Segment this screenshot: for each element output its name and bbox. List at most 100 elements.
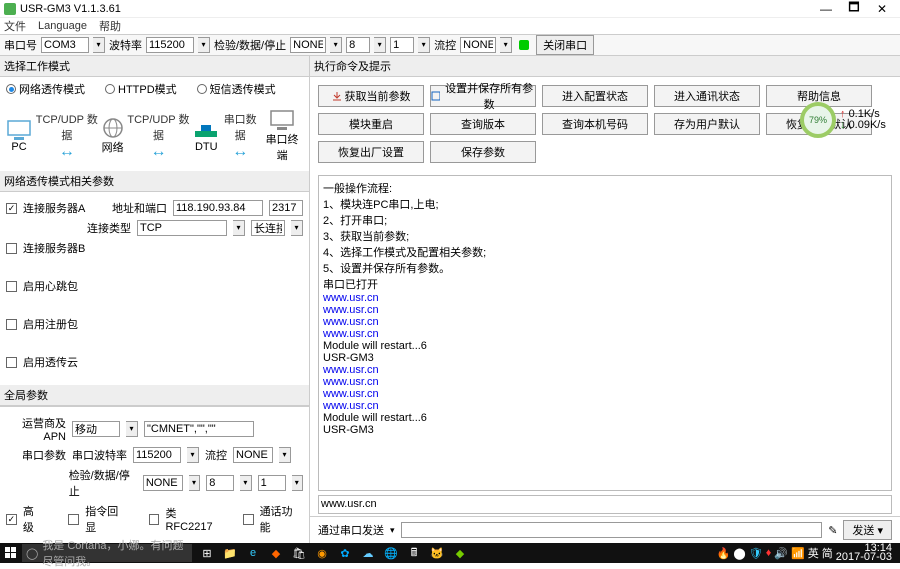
clock[interactable]: 13:14 2017-07-03: [836, 544, 896, 562]
baud-label: 波特率: [109, 37, 142, 53]
app-icon-2[interactable]: ◆: [265, 543, 287, 563]
network-icon[interactable]: 📶: [791, 547, 805, 560]
volume-icon[interactable]: 🔊: [774, 547, 788, 560]
cortana-icon: ◯: [26, 547, 38, 560]
terminal-icon: 串口终端: [261, 109, 303, 163]
cortana-search[interactable]: ◯我是 Cortana，小娜。有问题尽管问我。: [22, 544, 192, 562]
minimize-button[interactable]: —: [812, 2, 840, 16]
server-a-port[interactable]: [269, 200, 303, 216]
serial-data-select[interactable]: [206, 475, 234, 491]
ime-indicator[interactable]: 英: [808, 545, 819, 561]
maximize-button[interactable]: 🗖: [840, 0, 868, 19]
serial-baud-select[interactable]: [133, 447, 181, 463]
server-a-checkbox[interactable]: [6, 203, 17, 214]
serial-toolbar: 串口号 ▾ 波特率 ▾ 检验/数据/停止 ▾ ▾ ▾ 流控 ▾ 关闭串口: [0, 34, 900, 56]
taskbar: ◯我是 Cortana，小娜。有问题尽管问我。 ⊞ 📁 e ◆ 🛍 ◉ ✿ ☁ …: [0, 543, 900, 563]
server-b-checkbox[interactable]: [6, 243, 17, 254]
reboot-button[interactable]: 模块重启: [318, 113, 424, 135]
download-icon: [332, 91, 342, 101]
cloud-checkbox[interactable]: [6, 357, 17, 368]
menu-help[interactable]: 帮助: [99, 18, 121, 34]
start-button[interactable]: [0, 543, 22, 563]
port-dropdown[interactable]: ▾: [93, 37, 105, 53]
save-default-button[interactable]: 存为用户默认: [654, 113, 760, 135]
mode-httpd-radio[interactable]: HTTPD模式: [105, 81, 177, 97]
console-line: www.usr.cn: [321, 498, 377, 510]
save-params-button[interactable]: 保存参数: [430, 141, 536, 163]
net-params-title: 网络透传模式相关参数: [0, 171, 309, 192]
console-output[interactable]: 一般操作流程:1、模块连PC串口,上电;2、打开串口;3、获取当前参数;4、选择…: [318, 175, 892, 491]
dtu-icon: DTU: [193, 119, 219, 153]
get-params-button[interactable]: 获取当前参数: [318, 85, 424, 107]
parity-select[interactable]: [290, 37, 326, 53]
app-icon-7[interactable]: 🐱: [426, 543, 448, 563]
mode-sms-radio[interactable]: 短信透传模式: [197, 81, 276, 97]
app-icon-4[interactable]: ✿: [334, 543, 356, 563]
store-icon[interactable]: 🛍: [288, 543, 310, 563]
register-checkbox[interactable]: [6, 319, 17, 330]
serial-flow-select[interactable]: [233, 447, 273, 463]
phone-button[interactable]: 查询本机号码: [542, 113, 648, 135]
serial-stop-select[interactable]: [258, 475, 286, 491]
save-icon: [431, 91, 440, 101]
close-port-button[interactable]: 关闭串口: [536, 35, 594, 55]
port-led-icon: [519, 40, 529, 50]
version-button[interactable]: 查询版本: [430, 113, 536, 135]
parity-label: 检验/数据/停止: [214, 37, 286, 53]
tray-icon[interactable]: 🔥: [717, 547, 731, 560]
send-input[interactable]: [401, 522, 823, 538]
menu-language[interactable]: Language: [38, 20, 87, 32]
conn-type-select[interactable]: [137, 220, 227, 236]
command-buttons: 获取当前参数 设置并保存所有参数 进入配置状态 进入通讯状态 帮助信息 模块重启…: [310, 77, 900, 171]
databits-select[interactable]: [346, 37, 370, 53]
mode-title: 选择工作模式: [0, 56, 309, 77]
rfc2217-checkbox[interactable]: [149, 514, 160, 525]
enter-comm-button[interactable]: 进入通讯状态: [654, 85, 760, 107]
port-select[interactable]: [41, 37, 89, 53]
taskview-icon[interactable]: ⊞: [196, 543, 218, 563]
menu-file[interactable]: 文件: [4, 18, 26, 34]
set-all-button[interactable]: 设置并保存所有参数: [430, 85, 536, 107]
app-icon-5[interactable]: ☁: [357, 543, 379, 563]
app-icon-3[interactable]: ◉: [311, 543, 333, 563]
heartbeat-checkbox[interactable]: [6, 281, 17, 292]
factory-reset-button[interactable]: 恢复出厂设置: [318, 141, 424, 163]
topology-diagram: PC TCP/UDP 数据↔ 网络 TCP/UDP 数据↔ DTU 串口数据↔ …: [0, 101, 309, 171]
echo-checkbox[interactable]: [68, 514, 79, 525]
calling-checkbox[interactable]: [243, 514, 254, 525]
app-icon-8[interactable]: ◆: [449, 543, 471, 563]
flow-label: 流控: [434, 37, 456, 53]
global-title: 全局参数: [0, 385, 309, 406]
windows-icon: [5, 547, 17, 559]
tray-icon[interactable]: ⬤: [733, 547, 745, 560]
conn-mode-select[interactable]: [251, 220, 285, 236]
apn-operator-select[interactable]: [72, 421, 120, 437]
edge-icon[interactable]: e: [242, 543, 264, 563]
mode-net-radio[interactable]: 网络透传模式: [6, 81, 85, 97]
baud-select[interactable]: [146, 37, 194, 53]
stopbits-select[interactable]: [390, 37, 414, 53]
send-button[interactable]: 发送 ▾: [843, 520, 892, 540]
enter-config-button[interactable]: 进入配置状态: [542, 85, 648, 107]
advanced-checkbox[interactable]: [6, 514, 17, 525]
tray-icon[interactable]: 🛡: [749, 547, 763, 560]
app-icon-1[interactable]: 📁: [219, 543, 241, 563]
server-a-address[interactable]: [173, 200, 263, 216]
system-tray[interactable]: 🔥 ⬤ 🛡 ♦ 🔊 📶 英 简 13:14 2017-07-03: [713, 544, 900, 562]
serial-parity-select[interactable]: [143, 475, 183, 491]
baud-dropdown[interactable]: ▾: [198, 37, 210, 53]
apn-string[interactable]: [144, 421, 254, 437]
app-icon: [4, 3, 16, 15]
flow-select[interactable]: [460, 37, 496, 53]
window-title: USR-GM3 V1.1.3.61: [20, 3, 121, 15]
titlebar: USR-GM3 V1.1.3.61 — 🗖 ✕: [0, 0, 900, 18]
app-icon-6[interactable]: 🌐: [380, 543, 402, 563]
globe-icon: 网络: [102, 117, 124, 155]
send-row: 通过串口发送▾ ✎ 发送 ▾: [310, 516, 900, 543]
send-icon: ✎: [828, 524, 837, 537]
calc-icon[interactable]: 🖩: [403, 543, 425, 563]
cmd-title: 执行命令及提示: [310, 56, 900, 77]
tray-icon[interactable]: ♦: [766, 547, 772, 559]
ime-mode[interactable]: 简: [822, 545, 833, 561]
close-button[interactable]: ✕: [868, 2, 896, 16]
